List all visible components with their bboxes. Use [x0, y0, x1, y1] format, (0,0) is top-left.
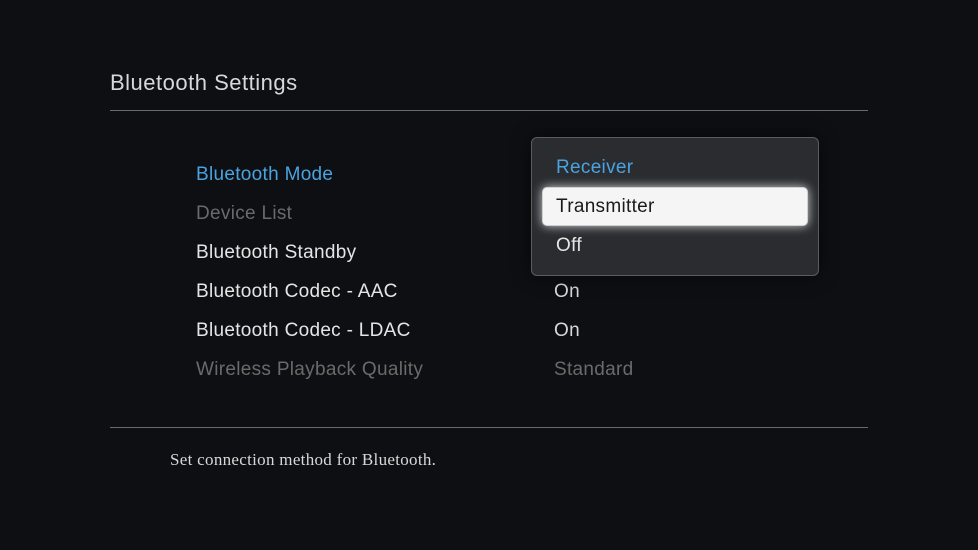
- setting-value: Standard: [554, 359, 634, 381]
- bluetooth-mode-dropdown: Receiver Transmitter Off: [531, 137, 819, 276]
- divider-bottom: [110, 427, 868, 428]
- setting-wireless-quality[interactable]: Wireless Playback Quality Standard: [196, 350, 868, 389]
- dropdown-option-off[interactable]: Off: [542, 226, 808, 265]
- setting-label: Bluetooth Codec - LDAC: [196, 320, 554, 342]
- dropdown-option-receiver[interactable]: Receiver: [542, 148, 808, 187]
- setting-label: Bluetooth Codec - AAC: [196, 281, 554, 303]
- settings-list: Bluetooth Mode Receiver Device List Blue…: [110, 155, 868, 389]
- help-text: Set connection method for Bluetooth.: [110, 450, 868, 470]
- setting-codec-aac[interactable]: Bluetooth Codec - AAC On: [196, 272, 868, 311]
- dropdown-option-transmitter[interactable]: Transmitter: [542, 187, 808, 226]
- setting-codec-ldac[interactable]: Bluetooth Codec - LDAC On: [196, 311, 868, 350]
- page-title: Bluetooth Settings: [110, 70, 868, 110]
- divider-top: [110, 110, 868, 111]
- setting-value: On: [554, 281, 580, 303]
- settings-screen: Bluetooth Settings Bluetooth Mode Receiv…: [0, 0, 978, 470]
- setting-label: Bluetooth Mode: [196, 164, 554, 186]
- setting-value: On: [554, 320, 580, 342]
- setting-label: Bluetooth Standby: [196, 242, 554, 264]
- setting-label: Device List: [196, 203, 554, 225]
- setting-label: Wireless Playback Quality: [196, 359, 554, 381]
